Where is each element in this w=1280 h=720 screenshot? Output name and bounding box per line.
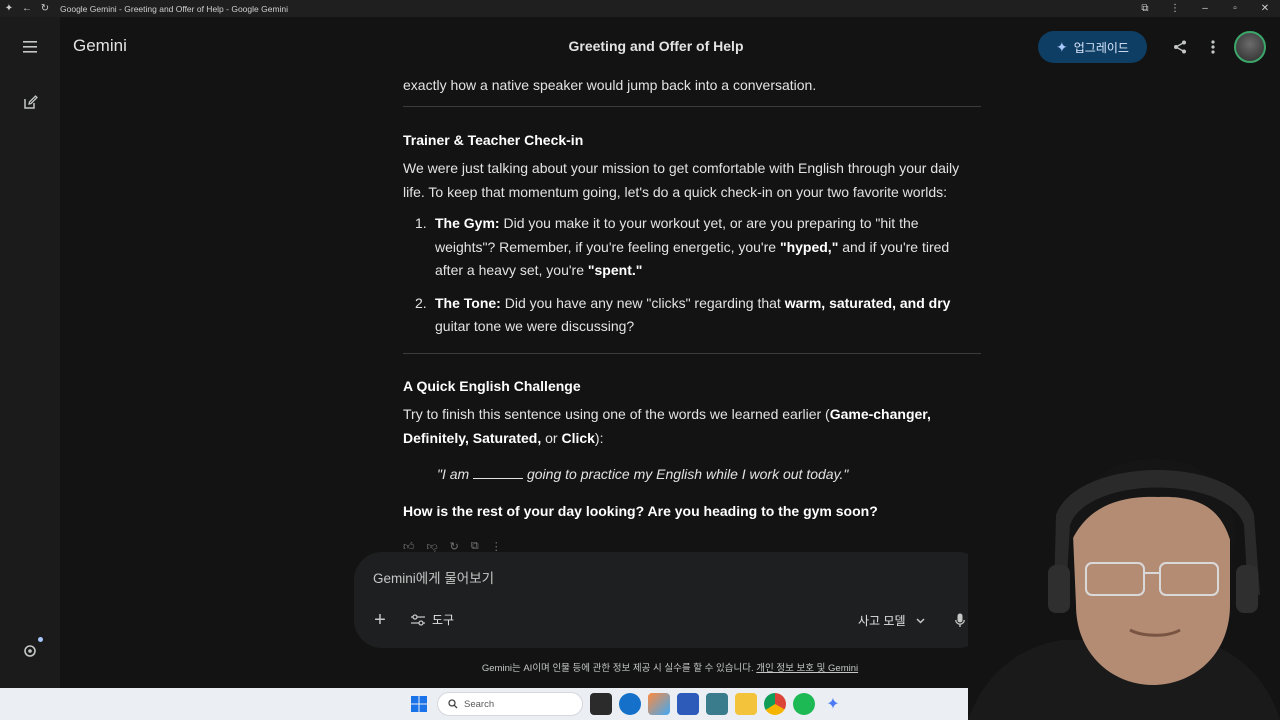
file-explorer-icon[interactable] bbox=[735, 693, 757, 715]
disclaimer-text: Gemini는 AI이며 인물 등에 관한 정보 제공 시 실수를 할 수 있습… bbox=[481, 663, 757, 674]
bold-term: "spent." bbox=[587, 262, 643, 278]
browser-titlebar: ✦ ← ↻ Google Gemini - Greeting and Offer… bbox=[0, 0, 1280, 17]
bold-term: Click bbox=[561, 429, 595, 446]
upgrade-button[interactable]: ✦ 업그레이드 bbox=[1038, 31, 1147, 63]
webcam-overlay bbox=[968, 455, 1280, 720]
more-options-icon[interactable] bbox=[1204, 38, 1222, 56]
chrome-icon[interactable] bbox=[764, 693, 786, 715]
bold-term: warm, saturated, and dry bbox=[784, 294, 951, 311]
account-avatar[interactable] bbox=[1234, 31, 1266, 63]
list-item-lead: The Gym: bbox=[435, 215, 500, 231]
challenge-quote: "I am going to practice my English while… bbox=[437, 463, 981, 487]
intro-text: exactly how a native speaker would jump … bbox=[403, 77, 817, 93]
new-chat-icon[interactable] bbox=[18, 90, 42, 114]
closing-question: How is the rest of your day looking? Are… bbox=[403, 502, 878, 519]
copilot-icon[interactable] bbox=[648, 693, 670, 715]
extensions-icon[interactable]: ⧉ bbox=[1130, 3, 1160, 14]
settings-notification-dot bbox=[38, 637, 43, 642]
list-item-text-part: guitar tone we were discussing? bbox=[435, 318, 635, 334]
tab-title: Google Gemini - Greeting and Offer of He… bbox=[60, 3, 289, 14]
spotify-icon[interactable] bbox=[793, 693, 815, 715]
chevron-down-icon bbox=[915, 617, 925, 624]
share-icon[interactable] bbox=[1171, 38, 1189, 56]
upgrade-label: 업그레이드 bbox=[1073, 40, 1129, 55]
paragraph-part: Try to finish this sentence using one of… bbox=[403, 406, 830, 422]
tools-sliders-icon bbox=[411, 613, 425, 626]
reload-icon[interactable]: ↻ bbox=[36, 0, 54, 17]
windows-start-icon[interactable] bbox=[408, 693, 430, 715]
paragraph: Try to finish this sentence using one of… bbox=[403, 403, 981, 450]
privacy-link[interactable]: 개인 정보 보호 및 Gemini bbox=[756, 663, 858, 674]
fill-in-blank bbox=[473, 465, 524, 479]
store-icon[interactable] bbox=[677, 693, 699, 715]
menu-hamburger-icon[interactable] bbox=[18, 35, 42, 59]
list-item: 2. The Tone: Did you have any new "click… bbox=[415, 292, 981, 339]
close-window-button[interactable]: ✕ bbox=[1250, 3, 1280, 14]
os-taskbar: Search ✦ bbox=[0, 688, 968, 720]
search-icon bbox=[448, 699, 458, 709]
tools-label: 도구 bbox=[432, 613, 455, 627]
paragraph: We were just talking about your mission … bbox=[403, 160, 960, 200]
app-icon[interactable] bbox=[706, 693, 728, 715]
settings-gear-icon[interactable] bbox=[18, 639, 42, 663]
taskbar-search[interactable]: Search bbox=[437, 692, 583, 716]
list-item-text: The Tone: Did you have any new "clicks" … bbox=[435, 292, 981, 339]
paragraph-part: or bbox=[541, 429, 562, 446]
sidebar-rail bbox=[0, 17, 60, 688]
list-item: 1. The Gym: Did you make it to your work… bbox=[415, 212, 981, 283]
quote-part: going to practice my English while I wor… bbox=[523, 466, 849, 482]
model-selector[interactable]: 사고 모델 bbox=[858, 612, 925, 629]
section-heading: A Quick English Challenge bbox=[403, 377, 581, 394]
taskbar-search-label: Search bbox=[464, 698, 495, 710]
model-label: 사고 모델 bbox=[858, 614, 906, 628]
bold-term: "hyped," bbox=[779, 238, 839, 255]
minimize-button[interactable]: – bbox=[1190, 3, 1220, 14]
gemini-favicon-icon: ✦ bbox=[4, 3, 14, 14]
add-file-button[interactable]: + bbox=[371, 609, 389, 631]
back-arrow-icon[interactable]: ← bbox=[18, 0, 36, 17]
microphone-icon[interactable] bbox=[952, 611, 968, 629]
list-number: 1. bbox=[415, 215, 427, 231]
top-header: Gemini Greeting and Offer of Help ✦ 업그레이… bbox=[60, 17, 1280, 77]
quote-part: "I am bbox=[437, 466, 474, 482]
list-item-lead: The Tone: bbox=[435, 294, 501, 311]
browser-menu-icon[interactable]: ⋮ bbox=[1160, 3, 1190, 14]
checkin-list: 1. The Gym: Did you make it to your work… bbox=[415, 212, 981, 339]
list-number: 2. bbox=[415, 294, 427, 311]
gemini-app-icon[interactable]: ✦ bbox=[822, 693, 844, 715]
restore-button[interactable]: ▫ bbox=[1220, 3, 1250, 14]
divider bbox=[403, 352, 981, 354]
edge-icon[interactable] bbox=[619, 693, 641, 715]
sparkle-icon: ✦ bbox=[1056, 38, 1068, 55]
list-item-text-part: Did you have any new "clicks" regarding … bbox=[500, 294, 785, 311]
section-heading: Trainer & Teacher Check-in bbox=[403, 131, 584, 148]
response-content: exactly how a native speaker would jump … bbox=[403, 77, 981, 523]
tools-button[interactable]: 도구 bbox=[411, 611, 454, 628]
prompt-box: + 도구 사고 모델 bbox=[354, 552, 986, 648]
task-view-icon[interactable] bbox=[590, 693, 612, 715]
list-item-text: The Gym: Did you make it to your workout… bbox=[435, 212, 981, 283]
prompt-input[interactable] bbox=[373, 571, 933, 586]
paragraph-part: ): bbox=[594, 429, 604, 446]
divider bbox=[403, 105, 981, 107]
